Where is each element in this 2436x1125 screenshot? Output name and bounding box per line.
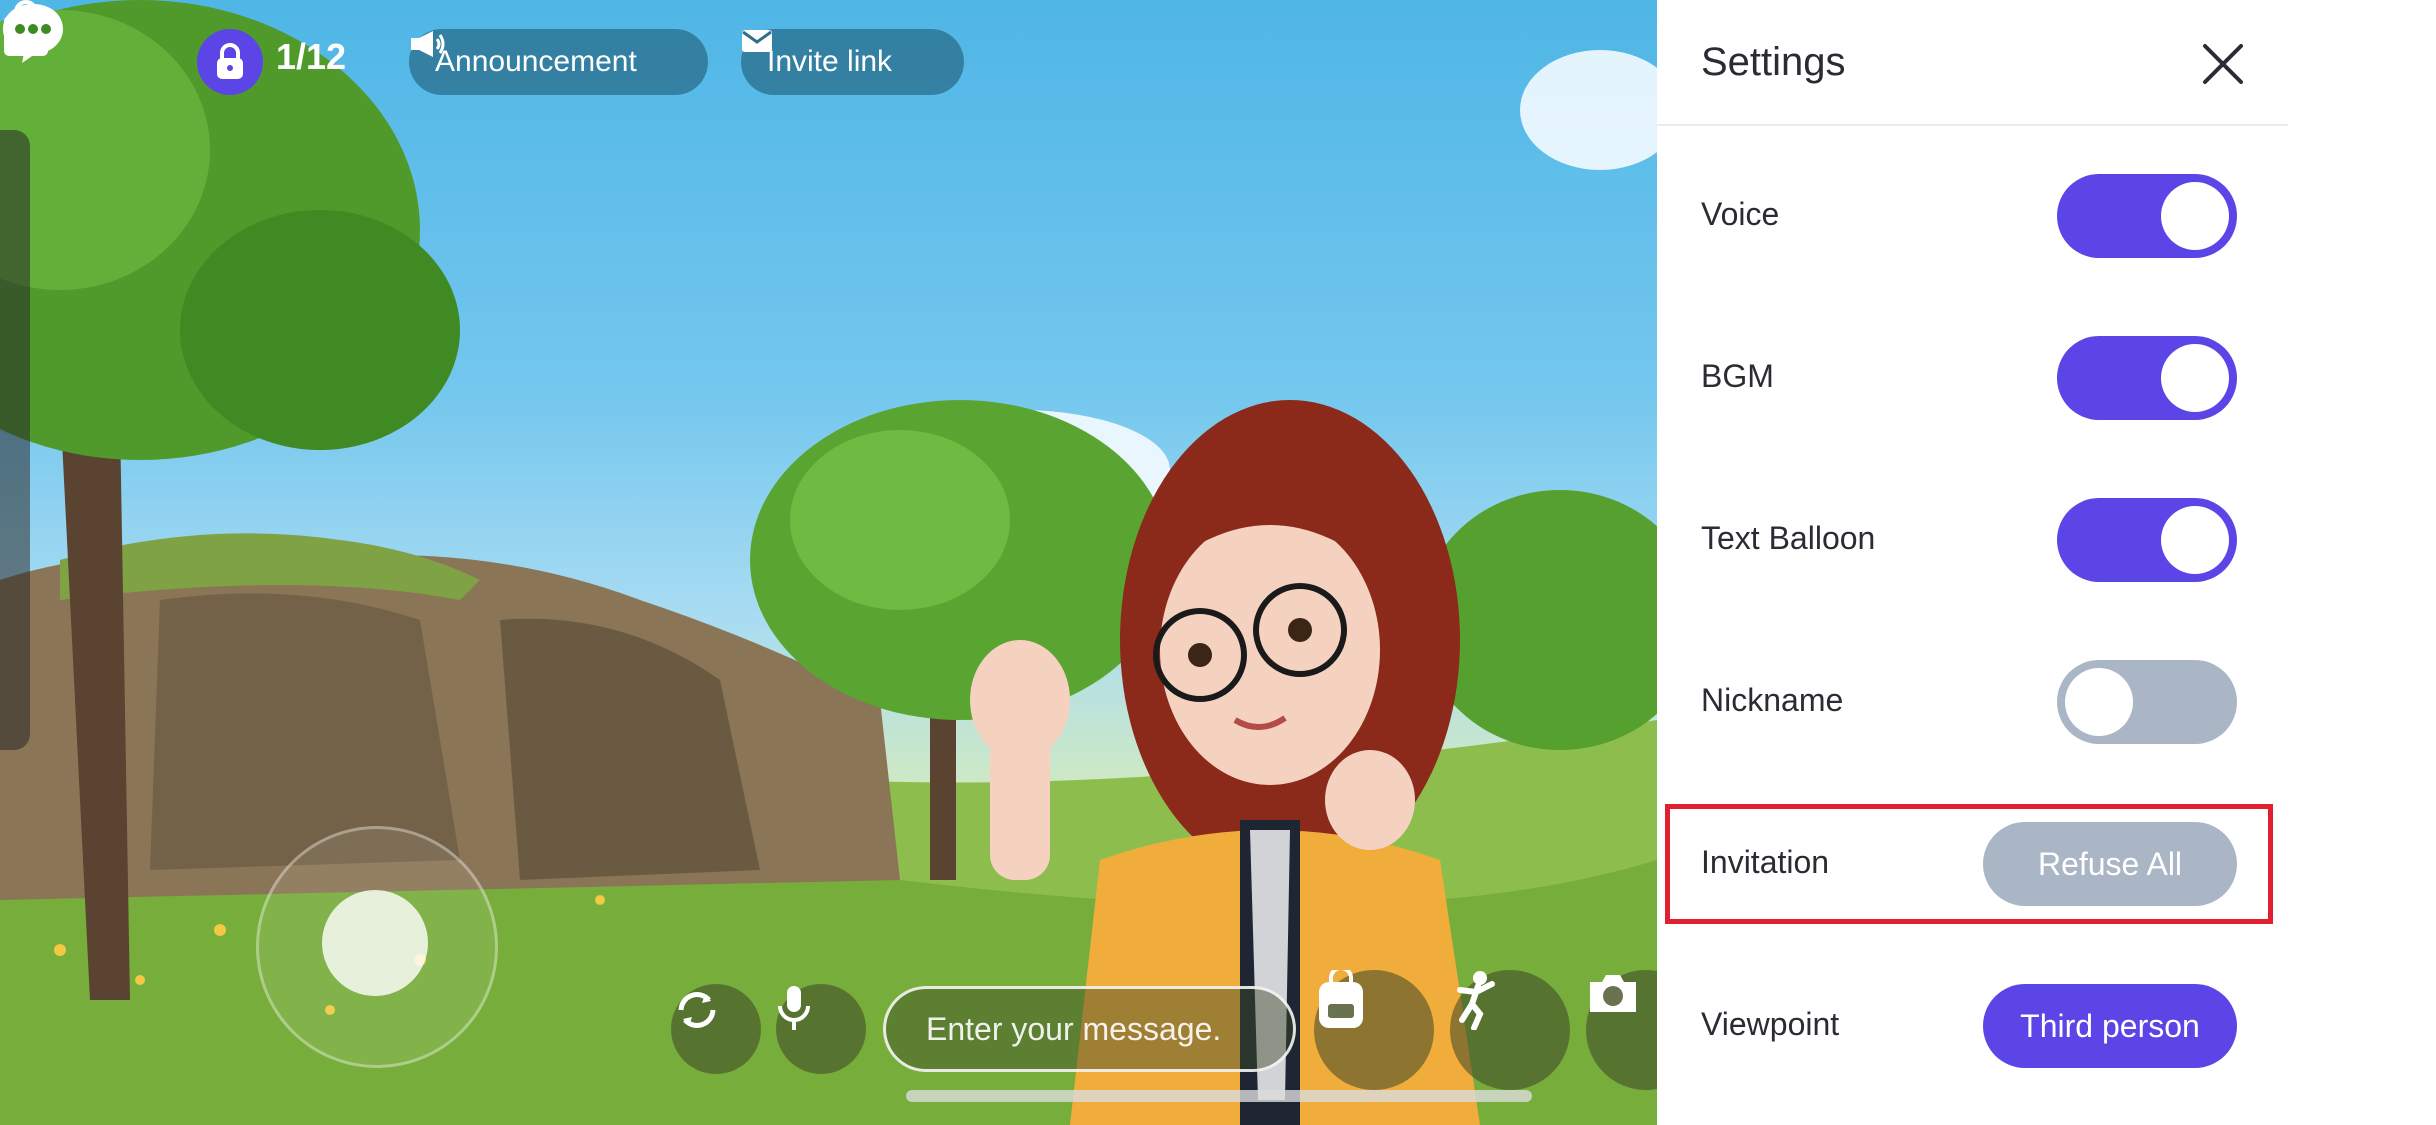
text-balloon-toggle[interactable] — [2057, 498, 2237, 582]
side-panel-handle[interactable] — [0, 130, 30, 750]
game-scene[interactable]: 1/12 Announcement Invite link — [0, 0, 1657, 1125]
rotate-icon — [678, 992, 716, 1028]
toggle-knob — [2161, 182, 2229, 250]
bgm-label: BGM — [1701, 358, 1774, 394]
announcement-label: Announcement — [435, 45, 637, 78]
room-player-count: 1/12 — [276, 36, 347, 77]
backpack-button[interactable] — [1314, 970, 1434, 1090]
toggle-knob — [2065, 668, 2133, 736]
bgm-toggle[interactable] — [2057, 336, 2237, 420]
voice-label: Voice — [1701, 196, 1780, 232]
voice-toggle[interactable] — [2057, 174, 2237, 258]
invitation-label: Invitation — [1701, 844, 1830, 880]
text-balloon-label: Text Balloon — [1701, 520, 1876, 556]
nickname-label: Nickname — [1701, 682, 1844, 718]
right-margin — [2288, 0, 2436, 1125]
lock-room-button[interactable] — [197, 29, 263, 95]
microphone-button[interactable] — [776, 984, 866, 1074]
announcement-button[interactable]: Announcement — [409, 29, 708, 95]
viewpoint-label: Viewpoint — [1701, 1006, 1840, 1042]
scene-illustration — [0, 0, 1657, 1125]
joystick-knob[interactable] — [322, 890, 428, 996]
settings-header: Settings — [1657, 0, 2288, 126]
chat-bubble-icon[interactable] — [0, 0, 66, 66]
camera-icon — [1590, 975, 1636, 1012]
rotate-camera-button[interactable] — [671, 984, 761, 1074]
invite-link-button[interactable]: Invite link — [741, 29, 964, 95]
settings-panel: Settings Voice BGM Text Balloon Nickname… — [1657, 0, 2288, 1125]
emote-button[interactable] — [1450, 970, 1570, 1090]
toggle-knob — [2161, 344, 2229, 412]
envelope-icon — [742, 30, 772, 52]
lock-icon — [217, 43, 243, 79]
microphone-icon — [778, 986, 810, 1030]
settings-title: Settings — [1701, 40, 1846, 84]
refuse-all-button[interactable]: Refuse All — [1983, 822, 2237, 906]
nickname-toggle[interactable] — [2057, 660, 2237, 744]
dancing-person-icon — [1457, 971, 1495, 1030]
megaphone-icon — [411, 31, 445, 57]
backpack-icon — [1319, 970, 1363, 1028]
close-icon[interactable] — [2197, 38, 2249, 90]
toggle-knob — [2161, 506, 2229, 574]
invite-link-label: Invite link — [767, 45, 893, 78]
message-input[interactable] — [883, 986, 1296, 1072]
home-indicator — [906, 1090, 1532, 1102]
third-person-button[interactable]: Third person — [1983, 984, 2237, 1068]
